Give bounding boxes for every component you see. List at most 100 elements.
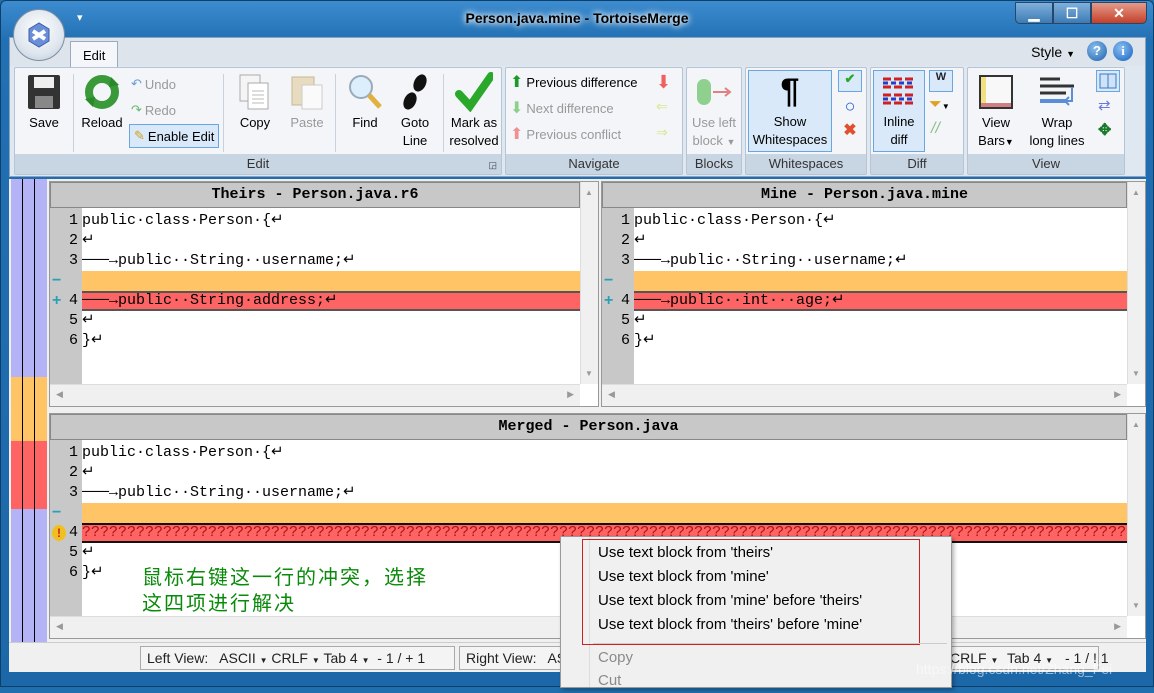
undo-icon: ↶ [131, 76, 142, 91]
left-eol-dropdown[interactable]: CRLF ▼ [271, 650, 319, 666]
goto-label-2: Line [402, 133, 428, 148]
view-bars-label-2: Bars [978, 133, 1005, 148]
inline-label-2: diff [890, 132, 908, 147]
save-button[interactable]: Save [21, 72, 67, 132]
context-menu: Use text block from 'theirs' Use text bl… [560, 536, 952, 689]
menu-item-use-theirs-before-mine[interactable]: Use text block from 'theirs' before 'min… [598, 613, 862, 637]
collapse-button[interactable]: ✥ [1098, 120, 1111, 140]
horizontal-scrollbar[interactable]: ◀ ▶ [50, 384, 580, 406]
show-whitespaces-button[interactable]: ¶ Show Whitespaces [748, 70, 832, 152]
info-icon[interactable]: i [1113, 41, 1133, 61]
mark-as-resolved-button[interactable]: Mark as resolved [447, 72, 501, 150]
previous-inline-icon[interactable]: ⇐ [656, 98, 668, 115]
enable-edit-button[interactable]: ✎ Enable Edit [129, 124, 220, 148]
theirs-pane[interactable]: Theirs - Person.java.r6 1 public·class·Pe… [49, 181, 599, 407]
next-inline-icon[interactable]: ⇒ [656, 124, 668, 141]
menu-item-use-mine[interactable]: Use text block from 'mine' [598, 565, 769, 589]
pane-header-mine: Mine - Person.java.mine [602, 182, 1127, 208]
wrap-long-lines-button[interactable]: Wrap long lines [1024, 72, 1090, 150]
goto-line-button[interactable]: Goto Line [393, 72, 437, 150]
ignore-whitespace-toggle[interactable]: ○ [838, 96, 862, 117]
code-line: 3 ───→public··String··username;↵ [620, 252, 908, 269]
undo-label: Undo [144, 76, 176, 92]
menu-item-copy[interactable]: Copy [598, 646, 633, 670]
ribbon-group-diff: Inline diff W ⏷▼ // Diff [870, 67, 964, 175]
left-tab-dropdown[interactable]: Tab 4 ▼ [323, 650, 369, 666]
inline-diff-button[interactable]: Inline diff [873, 70, 925, 152]
previous-conflict-button[interactable]: ⬆ Previous conflict [510, 124, 621, 144]
menu-item-cut[interactable]: Cut [598, 669, 621, 693]
ignore-eol-toggle[interactable]: ✔ [838, 70, 862, 92]
chevron-down-icon: ▼ [1066, 49, 1075, 59]
annotation-line-2: 这四项进行解决 [142, 591, 296, 615]
next-difference-button[interactable]: ⬇ Next difference [510, 98, 614, 118]
minimize-button[interactable]: ▁ [1015, 2, 1053, 24]
find-label: Find [352, 115, 378, 130]
arrow-up-red-icon: ⬆ [510, 126, 524, 143]
style-menu[interactable]: Style ▼ [1031, 44, 1075, 60]
pane-header-theirs: Theirs - Person.java.r6 [50, 182, 580, 208]
next-conflict-icon[interactable]: ⬇ [656, 72, 671, 93]
undo-button[interactable]: ↶ Undo [131, 74, 176, 94]
goto-label-1: Goto [400, 115, 430, 130]
word-diff-toggle[interactable]: W [929, 70, 953, 92]
previous-difference-button[interactable]: ⬆ Previous difference [510, 72, 637, 92]
ignore-all-whitespace-toggle[interactable]: ✖ [838, 120, 862, 140]
save-label: Save [29, 115, 59, 130]
split-view-icon [1099, 73, 1117, 89]
vertical-scrollbar[interactable]: ▲ ▼ [1127, 182, 1145, 384]
dropdown-arrow-icon: ▼ [726, 137, 736, 147]
mine-pane[interactable]: Mine - Person.java.mine 1 public·class·Pe… [601, 181, 1146, 407]
title-bar: Person.java.mine - TortoiseMerge ▾ ▁ ☐ ✕ [1, 1, 1153, 37]
vertical-scrollbar[interactable]: ▲ ▼ [580, 182, 598, 384]
left-diff-counts: - 1 / + 1 [377, 650, 426, 666]
check-icon: ✔ [844, 71, 856, 86]
minimize-icon: ▁ [1028, 4, 1040, 21]
collapse-icon: ✥ [1098, 122, 1112, 139]
tortoisemerge-logo-icon [28, 22, 50, 48]
code-line: 3 ───→public··String··username;↵ [68, 252, 356, 269]
horizontal-scrollbar[interactable]: ◀ ▶ [602, 384, 1127, 406]
code-line: 5 ↵ [68, 312, 95, 329]
copy-icon [239, 74, 269, 110]
reload-button[interactable]: Reload [77, 72, 127, 132]
copy-button[interactable]: Copy [233, 72, 277, 132]
group-label-diff: Diff [871, 154, 963, 174]
application-menu-button[interactable] [13, 9, 65, 61]
dropdown-arrow-icon: ▼ [941, 102, 950, 111]
view-bars-button[interactable]: View Bars▼ [970, 72, 1022, 151]
mark-resolved-label-2: resolved [449, 133, 499, 148]
vertical-scrollbar[interactable]: ▲ ▼ [1127, 414, 1145, 616]
redo-button[interactable]: ↷ Redo [131, 100, 176, 120]
code-line: 3 ───→public··String··username;↵ [68, 484, 356, 501]
dialog-launcher-icon[interactable]: ◲ [488, 160, 497, 171]
location-bar[interactable] [11, 179, 47, 642]
prev-conflict-label: Previous conflict [526, 126, 622, 142]
code-line: 1 public·class·Person·{↵ [68, 212, 284, 229]
swap-views-button[interactable]: ⇄ [1098, 96, 1111, 114]
code-line-conflict: +4 ───→public··String·address;↵ [50, 291, 580, 311]
use-left-block-button[interactable]: Use left block ▼ [689, 72, 739, 151]
reload-icon [85, 75, 119, 109]
moved-lines-toggle[interactable]: // [931, 120, 940, 138]
wrap-lines-icon [1040, 77, 1074, 106]
right-view-label: Right View: [466, 650, 537, 666]
minus-icon: − [52, 272, 62, 289]
group-label-blocks: Blocks [687, 154, 741, 174]
menu-item-use-mine-before-theirs[interactable]: Use text block from 'mine' before 'their… [598, 589, 862, 613]
magnifier-icon [349, 75, 382, 109]
code-line: 6}↵ [68, 332, 104, 349]
menu-item-use-theirs[interactable]: Use text block from 'theirs' [598, 541, 773, 565]
paste-button[interactable]: Paste [285, 72, 329, 132]
wrap-label-2: long lines [1029, 133, 1085, 148]
filter-button[interactable]: ⏷▼ [929, 96, 950, 114]
find-button[interactable]: Find [343, 72, 387, 132]
maximize-button[interactable]: ☐ [1053, 2, 1091, 24]
two-pane-toggle[interactable] [1096, 70, 1120, 92]
tab-edit[interactable]: Edit [70, 41, 119, 67]
quick-access-dropdown-icon[interactable]: ▾ [77, 11, 83, 24]
ribbon-group-view: View Bars▼ Wrap long lines ⇄ ✥ View [967, 67, 1125, 175]
left-encoding-dropdown[interactable]: ASCII ▼ [219, 650, 267, 666]
help-icon[interactable]: ? [1087, 41, 1107, 61]
close-button[interactable]: ✕ [1091, 2, 1147, 24]
